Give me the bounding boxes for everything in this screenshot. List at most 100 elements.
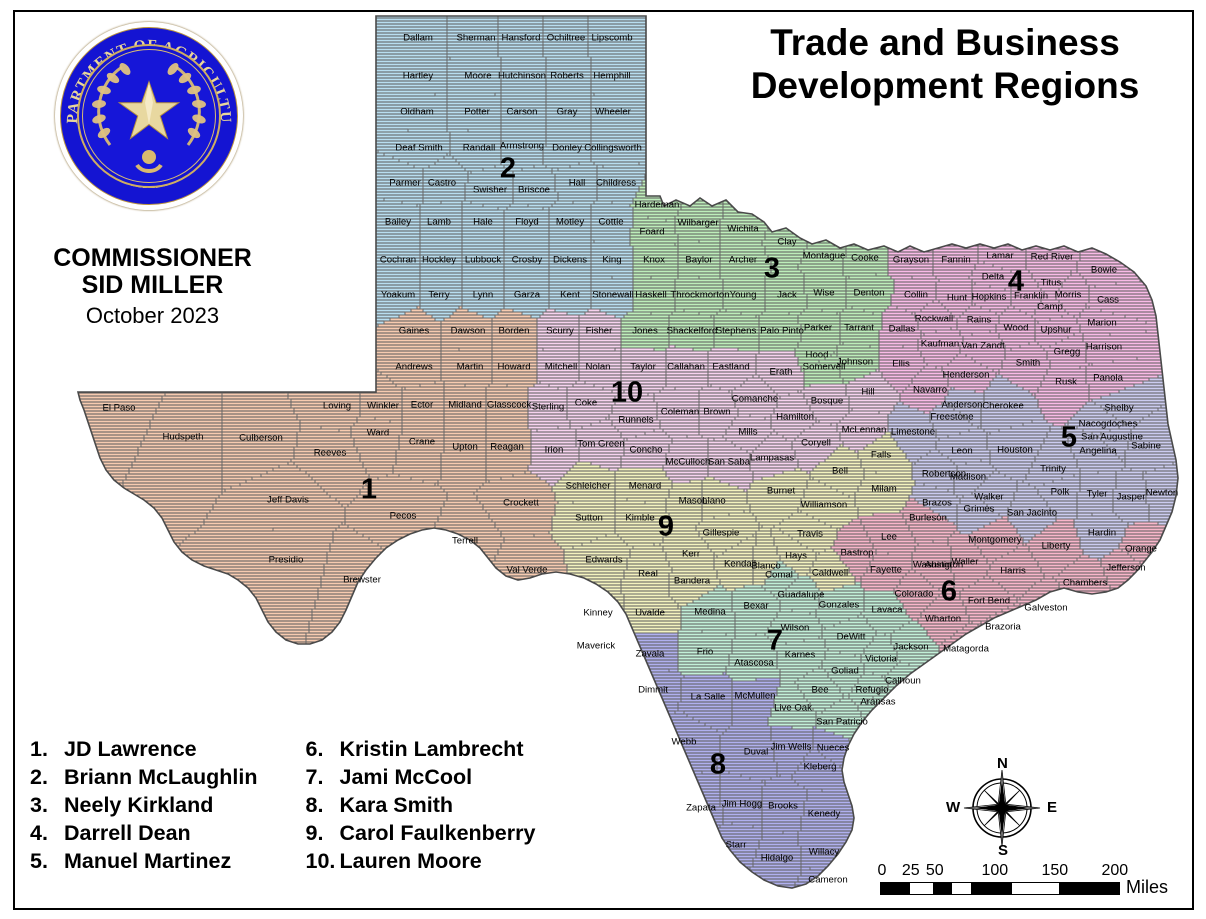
legend-item-number: 5. [30, 848, 48, 873]
county-kinney[interactable] [542, 581, 625, 631]
scale-tick-label: 0 [877, 862, 887, 879]
legend-item-name: Carol Faulkenberry [339, 820, 536, 845]
county-jim-hogg[interactable] [716, 770, 766, 829]
legend-item: 4. Darrell Dean [30, 820, 258, 848]
legend-item-name: Briann McLaughlin [64, 764, 258, 789]
legend-item-name: Darrell Dean [64, 820, 191, 845]
county-el-paso[interactable] [0, 6, 223, 706]
county-culberson[interactable] [221, 269, 301, 493]
county-palo-pinto[interactable] [758, 311, 802, 352]
county-swisher[interactable] [464, 164, 514, 211]
county-parker[interactable] [797, 308, 841, 343]
county-montague[interactable] [797, 128, 853, 277]
scale-tick-label: 150 [1041, 862, 1069, 879]
county-dickens[interactable] [548, 239, 592, 280]
county-dallam[interactable] [0, 0, 448, 58]
county-wichita[interactable] [719, 32, 826, 247]
county-frio[interactable] [677, 629, 736, 676]
county-red-river[interactable] [1025, 0, 1144, 271]
legend-column-left: 1. JD Lawrence 2. Briann McLaughlin 3. Neely … [30, 736, 258, 876]
scale-segment [971, 883, 1012, 894]
scale-segment [1011, 883, 1060, 894]
scale-bar-graphic [880, 882, 1120, 895]
county-lipscomb[interactable] [587, 0, 862, 58]
county-hockley[interactable] [419, 239, 463, 280]
county-hartley[interactable] [66, 56, 448, 97]
legend-item: 1. JD Lawrence [30, 736, 258, 764]
county-lamar[interactable] [953, 0, 1033, 274]
county-midland[interactable] [443, 383, 487, 427]
county-cochran[interactable] [209, 239, 421, 280]
county-cooke[interactable] [842, 0, 901, 280]
county-martin[interactable] [440, 347, 493, 388]
legend-item-number: 7. [305, 764, 324, 789]
county-knox[interactable] [632, 242, 679, 280]
county-hutchinson[interactable] [500, 56, 547, 94]
compass-south-label: S [998, 842, 1009, 859]
county-jack[interactable] [764, 269, 808, 316]
county-lamb[interactable] [419, 200, 463, 241]
county-glasscock[interactable] [485, 383, 529, 427]
county-starr[interactable] [620, 821, 763, 919]
county-archer[interactable] [719, 245, 772, 280]
legend-item-number: 9. [305, 820, 324, 845]
county-label: Maverick [577, 641, 616, 652]
county-taylor[interactable] [620, 347, 667, 397]
legend-item: 9. Carol Faulkenberry [306, 820, 536, 848]
legend-item: 2. Briann McLaughlin [30, 764, 258, 792]
legend-item: 10. Lauren Moore [306, 848, 536, 876]
legend-item-number: 1. [30, 737, 48, 761]
scale-tick-label: 25 [901, 862, 920, 879]
county-crosby[interactable] [503, 239, 550, 280]
legend-item: 8. Kara Smith [306, 792, 536, 820]
county-upton[interactable] [437, 425, 487, 496]
county-moore[interactable] [446, 56, 502, 97]
region-legend: 1. JD Lawrence 2. Briann McLaughlin 3. Neely … [30, 736, 630, 876]
county-lubbock[interactable] [461, 239, 505, 280]
legend-item-name: Lauren Moore [339, 848, 482, 873]
county-haskell[interactable] [632, 275, 676, 316]
county-gray[interactable] [545, 92, 592, 130]
scale-segment [933, 883, 953, 894]
county-jefferson[interactable] [1100, 548, 1206, 826]
scale-tick-label: 200 [1101, 862, 1129, 879]
county-bowie[interactable] [1076, 0, 1206, 289]
county-grayson[interactable] [887, 0, 934, 280]
county-cottle[interactable] [590, 200, 634, 244]
county-sherman[interactable] [446, 0, 499, 61]
scale-units-label: Miles [1126, 877, 1169, 897]
legend-item-name: Manuel Martinez [64, 848, 232, 873]
legend-item-name: Neely Kirkland [64, 792, 214, 817]
scale-tick-label: 100 [981, 862, 1009, 879]
county-hemphill[interactable] [590, 56, 787, 97]
county-val-verde[interactable] [449, 533, 568, 706]
county-ochiltree[interactable] [542, 0, 589, 58]
county-floyd[interactable] [503, 203, 550, 241]
county-potter[interactable] [446, 92, 502, 133]
legend-item: 5. Manuel Martinez [30, 848, 258, 876]
legend-item-number: 3. [30, 792, 48, 817]
legend-item-number: 2. [30, 764, 48, 789]
county-label: Brazoria [985, 622, 1021, 633]
legend-item: 3. Neely Kirkland [30, 792, 258, 820]
county-king[interactable] [590, 239, 634, 280]
county-motley[interactable] [548, 200, 592, 241]
legend-item: 7. Jami McCool [306, 764, 536, 792]
county-tyler[interactable] [1076, 470, 1117, 517]
scale-tick-label: 50 [925, 862, 944, 879]
county-briscoe[interactable] [512, 164, 559, 211]
scale-segment [952, 883, 972, 894]
county-hansford[interactable] [497, 0, 544, 58]
county-wheeler[interactable] [590, 89, 751, 130]
county-roberts[interactable] [545, 56, 592, 94]
county-fannin[interactable] [932, 0, 979, 280]
legend-column-right: 6. Kristin Lambrecht 7. Jami McCool 8. Kara S… [306, 736, 536, 876]
county-jones[interactable] [620, 311, 670, 352]
scale-segment [1059, 883, 1119, 894]
county-baylor[interactable] [677, 239, 721, 280]
county-carson[interactable] [500, 92, 547, 130]
county-callahan[interactable] [665, 344, 709, 391]
county-howard[interactable] [491, 347, 538, 388]
legend-item-name: Jami McCool [339, 764, 473, 789]
legend-item-name: Kristin Lambrecht [339, 737, 524, 761]
